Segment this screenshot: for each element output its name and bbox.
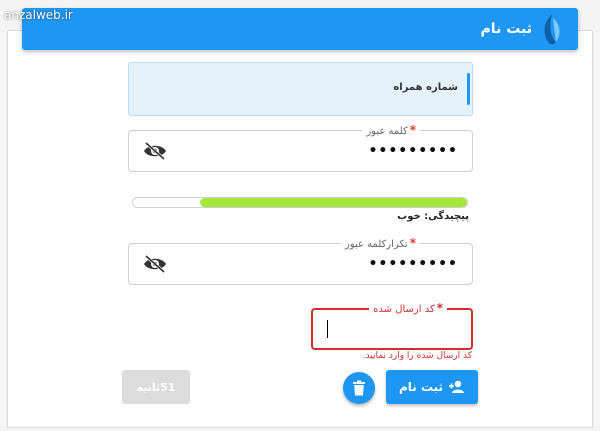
leaf-logo-icon [544, 14, 560, 45]
code-label: *کد ارسال شده [369, 301, 447, 317]
repeat-password-field[interactable]: *تکرارکلمه عبور ••••••••• [128, 236, 473, 285]
trash-icon [353, 380, 365, 396]
code-label-text: کد ارسال شده [373, 304, 435, 315]
user-add-icon [449, 380, 465, 393]
page-title: ثبت نام [480, 21, 532, 37]
code-field[interactable]: *کد ارسال شده [311, 301, 473, 350]
password-value: ••••••••• [368, 143, 458, 159]
submit-button-label: ثبت نام [398, 380, 444, 394]
password-label-text: کلمه عبور [366, 126, 408, 137]
delete-button[interactable] [343, 372, 375, 404]
required-mark: * [409, 236, 416, 250]
repeat-password-value: ••••••••• [368, 256, 458, 272]
phone-display: شماره همراه [128, 62, 473, 116]
phone-accent-bar [467, 73, 470, 105]
eye-off-icon[interactable] [143, 254, 167, 274]
eye-off-icon[interactable] [143, 141, 167, 161]
password-label: *کلمه عبور [362, 123, 420, 139]
watermark: anzalweb.ir [4, 8, 73, 22]
strength-meter-fill [199, 198, 467, 207]
text-caret [327, 320, 328, 338]
repeat-password-label: *تکرارکلمه عبور [340, 236, 420, 252]
password-field[interactable]: *کلمه عبور ••••••••• [128, 123, 473, 172]
form-header: ثبت نام [22, 8, 578, 50]
resend-timer-button[interactable]: 51ثانیه [122, 370, 190, 404]
required-mark: * [409, 123, 416, 137]
required-mark: * [436, 301, 443, 315]
strength-meter [132, 197, 468, 208]
code-error-message: کد ارسال شده را وارد نمایید. [362, 351, 472, 361]
repeat-password-label-text: تکرارکلمه عبور [344, 239, 408, 250]
phone-label: شماره همراه [393, 82, 458, 93]
submit-button[interactable]: ثبت نام [386, 370, 478, 404]
code-input[interactable] [319, 316, 465, 342]
strength-text: پیچیدگی: خوب [397, 211, 469, 222]
